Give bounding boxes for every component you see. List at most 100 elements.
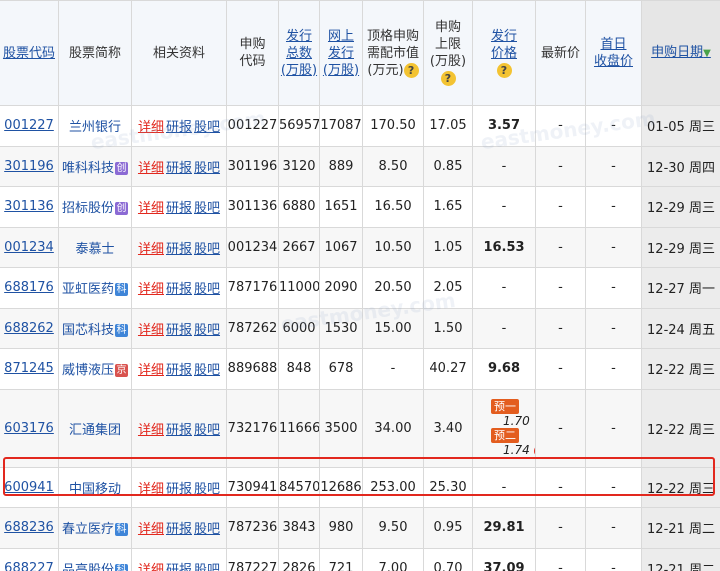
col-stock-code[interactable]: 股票代码 <box>0 0 59 106</box>
bar-link[interactable]: 股吧 <box>194 423 220 438</box>
latest-price-cell: - <box>535 507 586 549</box>
col-sub-date[interactable]: 申购日期▼ <box>641 0 720 106</box>
bar-link[interactable]: 股吧 <box>194 242 220 257</box>
help-icon[interactable]: ? <box>440 71 456 86</box>
stock-code-link[interactable]: 301136 <box>4 199 54 214</box>
stock-code-link[interactable]: 600941 <box>4 480 54 495</box>
research-link[interactable]: 研报 <box>166 120 192 135</box>
stock-name-cell[interactable]: 中国移动 <box>58 466 132 508</box>
research-link[interactable]: 研报 <box>166 482 192 497</box>
stock-code-link[interactable]: 688176 <box>4 280 54 295</box>
stock-name[interactable]: 泰慕士 <box>75 242 114 257</box>
stock-code-link[interactable]: 301196 <box>4 159 54 174</box>
help-icon[interactable]: ? <box>403 62 419 78</box>
col-issue-total[interactable]: 发行 总数 (万股) <box>278 0 320 106</box>
stock-code-cell[interactable]: 301196 <box>0 145 59 187</box>
stock-code-cell[interactable]: 301136 <box>0 186 59 228</box>
bar-link[interactable]: 股吧 <box>194 120 220 135</box>
research-link[interactable]: 研报 <box>166 282 192 297</box>
related-links-cell: 详细 研报 股吧 <box>131 186 227 228</box>
stock-name-cell[interactable]: 威博液压京 <box>58 348 132 390</box>
stock-code-link[interactable]: 688236 <box>4 520 54 535</box>
stock-name[interactable]: 兰州银行 <box>69 120 121 135</box>
bar-link[interactable]: 股吧 <box>194 363 220 378</box>
stock-name[interactable]: 春立医疗 <box>62 522 114 537</box>
detail-link[interactable]: 详细 <box>138 161 164 176</box>
bar-link[interactable]: 股吧 <box>194 563 220 571</box>
stock-name-cell[interactable]: 春立医疗科 <box>58 507 132 549</box>
stock-name[interactable]: 汇通集团 <box>69 423 121 438</box>
stock-name-cell[interactable]: 品高股份科 <box>58 547 132 571</box>
detail-link[interactable]: 详细 <box>138 282 164 297</box>
related-links-cell: 详细 研报 股吧 <box>131 507 227 549</box>
bar-link[interactable]: 股吧 <box>194 161 220 176</box>
stock-name[interactable]: 亚虹医药 <box>62 282 114 297</box>
help-icon[interactable]: ? <box>496 62 512 78</box>
research-link[interactable]: 研报 <box>166 242 192 257</box>
bar-link[interactable]: 股吧 <box>194 282 220 297</box>
stock-code-link[interactable]: 871245 <box>4 361 54 376</box>
stock-name-cell[interactable]: 兰州银行 <box>58 105 132 147</box>
stock-name[interactable]: 招标股份 <box>62 201 114 216</box>
related-links-cell: 详细 研报 股吧 <box>131 388 227 468</box>
col-online-issue[interactable]: 网上 发行 (万股) <box>319 0 363 106</box>
stock-name-cell[interactable]: 国芯科技科 <box>58 307 132 349</box>
research-link[interactable]: 研报 <box>166 161 192 176</box>
stock-code-cell[interactable]: 688236 <box>0 507 59 549</box>
pre-price-value: 1.74i <box>491 443 535 457</box>
stock-name[interactable]: 威博液压 <box>62 363 114 378</box>
col-first-close[interactable]: 首日 收盘价 <box>585 0 642 106</box>
stock-code-link[interactable]: 688262 <box>4 321 54 336</box>
research-link[interactable]: 研报 <box>166 323 192 338</box>
detail-link[interactable]: 详细 <box>138 563 164 571</box>
top-value-cell: 170.50 <box>362 105 424 147</box>
bar-link[interactable]: 股吧 <box>194 522 220 537</box>
detail-link[interactable]: 详细 <box>138 242 164 257</box>
stock-code-cell[interactable]: 600941 <box>0 466 59 508</box>
stock-code-link[interactable]: 688227 <box>4 561 54 571</box>
stock-name[interactable]: 唯科科技 <box>62 161 114 176</box>
stock-name-cell[interactable]: 汇通集团 <box>58 388 132 468</box>
latest-price-cell: - <box>535 466 586 508</box>
stock-code-link[interactable]: 603176 <box>4 421 54 436</box>
stock-name-cell[interactable]: 亚虹医药科 <box>58 267 132 309</box>
detail-link[interactable]: 详细 <box>138 323 164 338</box>
stock-name[interactable]: 中国移动 <box>69 482 121 497</box>
stock-name-cell[interactable]: 泰慕士 <box>58 226 132 268</box>
stock-code-cell[interactable]: 001227 <box>0 105 59 147</box>
research-link[interactable]: 研报 <box>166 201 192 216</box>
col-sub-limit: 申购 上限 (万股)? <box>423 0 473 106</box>
bar-link[interactable]: 股吧 <box>194 323 220 338</box>
sub-date-cell: 12-29 周三 <box>641 186 720 228</box>
stock-code-cell[interactable]: 688227 <box>0 547 59 571</box>
stock-name[interactable]: 品高股份 <box>62 563 114 571</box>
stock-code-cell[interactable]: 871245 <box>0 348 59 390</box>
stock-code-link[interactable]: 001234 <box>4 240 54 255</box>
online-issue-cell: 2090 <box>319 267 363 309</box>
bar-link[interactable]: 股吧 <box>194 482 220 497</box>
detail-link[interactable]: 详细 <box>138 482 164 497</box>
stock-code-cell[interactable]: 688262 <box>0 307 59 349</box>
detail-link[interactable]: 详细 <box>138 201 164 216</box>
research-link[interactable]: 研报 <box>166 522 192 537</box>
detail-link[interactable]: 详细 <box>138 522 164 537</box>
board-badge: 京 <box>115 364 128 378</box>
stock-name[interactable]: 国芯科技 <box>62 323 114 338</box>
online-issue-cell: 889 <box>319 145 363 187</box>
detail-link[interactable]: 详细 <box>138 120 164 135</box>
sub-code-cell: 787236 <box>226 507 279 549</box>
stock-name-cell[interactable]: 招标股份创 <box>58 186 132 228</box>
col-issue-price[interactable]: 发行 价格? <box>472 0 536 106</box>
detail-link[interactable]: 详细 <box>138 423 164 438</box>
bar-link[interactable]: 股吧 <box>194 201 220 216</box>
research-link[interactable]: 研报 <box>166 563 192 571</box>
issue-total-cell: 6880 <box>278 186 320 228</box>
stock-name-cell[interactable]: 唯科科技创 <box>58 145 132 187</box>
stock-code-cell[interactable]: 001234 <box>0 226 59 268</box>
research-link[interactable]: 研报 <box>166 423 192 438</box>
stock-code-link[interactable]: 001227 <box>4 118 54 133</box>
detail-link[interactable]: 详细 <box>138 363 164 378</box>
stock-code-cell[interactable]: 688176 <box>0 267 59 309</box>
research-link[interactable]: 研报 <box>166 363 192 378</box>
stock-code-cell[interactable]: 603176 <box>0 388 59 468</box>
